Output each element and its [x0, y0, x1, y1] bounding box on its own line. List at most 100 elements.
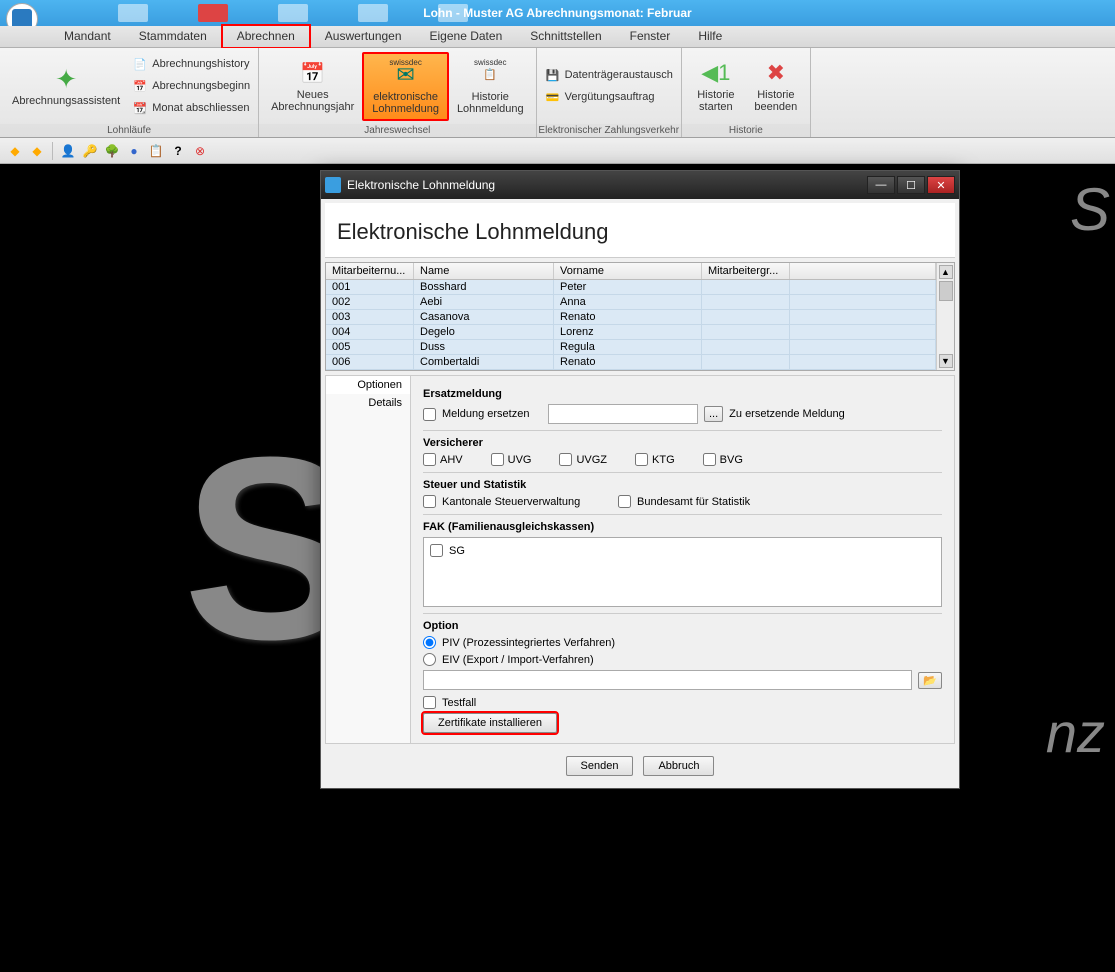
cell-gr	[702, 295, 790, 309]
table-row[interactable]: 006CombertaldiRenato	[326, 355, 936, 370]
qat-person-icon[interactable]: 👤	[59, 142, 77, 160]
table-scrollbar[interactable]: ▲ ▼	[936, 263, 954, 370]
chk-kantonale[interactable]	[423, 495, 436, 508]
radio-label: EIV (Export / Import-Verfahren)	[442, 654, 594, 666]
btn-elektronische-lohnmeldung[interactable]: swissdec ✉ elektronische Lohnmeldung	[362, 52, 449, 121]
dialog-titlebar[interactable]: Elektronische Lohnmeldung — ☐ ✕	[321, 171, 959, 199]
fak-listbox[interactable]: SG	[423, 537, 942, 607]
close-button[interactable]: ✕	[927, 176, 955, 194]
cell-num: 001	[326, 280, 414, 294]
chk-ahv[interactable]	[423, 453, 436, 466]
scroll-up-icon[interactable]: ▲	[939, 265, 953, 279]
chk-fak-sg[interactable]	[430, 544, 443, 557]
chk-bvg[interactable]	[703, 453, 716, 466]
menu-auswertungen[interactable]: Auswertungen	[311, 26, 416, 47]
btn-historie-lohnmeldung[interactable]: swissdec 📋 Historie Lohnmeldung	[449, 54, 532, 119]
cell-gr	[702, 340, 790, 354]
col-mitarbeitergr[interactable]: Mitarbeitergr...	[702, 263, 790, 279]
table-row[interactable]: 004DegeloLorenz	[326, 325, 936, 340]
minimize-button[interactable]: —	[867, 176, 895, 194]
ribbon-group-label: Elektronischer Zahlungsverkehr	[537, 124, 681, 137]
btn-senden[interactable]: Senden	[566, 756, 634, 776]
btn-label: Abrechnungsbeginn	[152, 80, 250, 92]
chk-label: Bundesamt für Statistik	[637, 496, 750, 508]
btn-verguetung[interactable]: 💳 Vergütungsauftrag	[541, 87, 677, 107]
section-steuer: Steuer und Statistik	[423, 479, 942, 491]
chk-uvgz[interactable]	[559, 453, 572, 466]
table-row[interactable]: 002AebiAnna	[326, 295, 936, 310]
cell-name: Combertaldi	[414, 355, 554, 369]
radio-eiv[interactable]	[423, 653, 436, 666]
menu-fenster[interactable]: Fenster	[616, 26, 685, 47]
taskbar-icon	[118, 4, 148, 22]
tab-optionen[interactable]: Optionen	[326, 376, 410, 394]
cell-rest	[790, 295, 936, 309]
field-ersatz-id[interactable]	[548, 404, 698, 424]
cell-vorname: Peter	[554, 280, 702, 294]
menu-abrechnen[interactable]: Abrechnen	[221, 24, 311, 49]
cell-name: Aebi	[414, 295, 554, 309]
menu-stammdaten[interactable]: Stammdaten	[125, 26, 221, 47]
ribbon-group-zahlungsverkehr: 💾 Datenträgeraustausch 💳 Vergütungsauftr…	[537, 48, 682, 137]
chk-meldung-ersetzen[interactable]	[423, 408, 436, 421]
qat-tree-icon[interactable]: 🌳	[103, 142, 121, 160]
btn-label: Monat abschliessen	[152, 102, 249, 114]
btn-abrechnungsbeginn[interactable]: 📅 Abrechnungsbeginn	[128, 76, 254, 96]
col-mitarbeiternr[interactable]: Mitarbeiternu...	[326, 263, 414, 279]
maximize-button[interactable]: ☐	[897, 176, 925, 194]
chk-ktg[interactable]	[635, 453, 648, 466]
menu-mandant[interactable]: Mandant	[50, 26, 125, 47]
btn-datentraeger[interactable]: 💾 Datenträgeraustausch	[541, 65, 677, 85]
dialog-heading: Elektronische Lohnmeldung	[337, 219, 943, 245]
btn-abrechnungsassistent[interactable]: ✦ Abrechnungsassistent	[4, 61, 128, 111]
col-vorname[interactable]: Vorname	[554, 263, 702, 279]
chk-testfall[interactable]	[423, 696, 436, 709]
scroll-down-icon[interactable]: ▼	[939, 354, 953, 368]
menu-hilfe[interactable]: Hilfe	[684, 26, 736, 47]
qat-close-icon[interactable]: ⊗	[191, 142, 209, 160]
radio-piv[interactable]	[423, 636, 436, 649]
qat-key-icon[interactable]: 🔑	[81, 142, 99, 160]
menu-schnittstellen[interactable]: Schnittstellen	[516, 26, 615, 47]
qat-globe-icon[interactable]: ●	[125, 142, 143, 160]
cell-num: 005	[326, 340, 414, 354]
btn-historie-beenden[interactable]: ✖ Historie beenden	[746, 55, 806, 117]
col-name[interactable]: Name	[414, 263, 554, 279]
taskbar-icon	[278, 4, 308, 22]
chk-label: UVG	[508, 454, 532, 466]
cell-name: Degelo	[414, 325, 554, 339]
qat-copy-icon[interactable]: 📋	[147, 142, 165, 160]
btn-neues-abrechnungsjahr[interactable]: 📅 Neues Abrechnungsjahr	[263, 55, 362, 117]
qat-help-icon[interactable]: ?	[169, 142, 187, 160]
btn-historie-starten[interactable]: ◀1 Historie starten	[686, 55, 746, 117]
table-row[interactable]: 001BosshardPeter	[326, 280, 936, 295]
btn-label: Historie beenden	[754, 89, 797, 113]
dialog-title: Elektronische Lohnmeldung	[347, 178, 867, 192]
cell-gr	[702, 355, 790, 369]
dialog-elektronische-lohnmeldung: Elektronische Lohnmeldung — ☐ ✕ Elektron…	[320, 170, 960, 789]
qat-btn[interactable]: ◆	[6, 142, 24, 160]
btn-monat-abschliessen[interactable]: 📆 Monat abschliessen	[128, 98, 254, 118]
qat-btn[interactable]: ◆	[28, 142, 46, 160]
tab-details[interactable]: Details	[326, 394, 410, 412]
table-row[interactable]: 003CasanovaRenato	[326, 310, 936, 325]
cell-num: 004	[326, 325, 414, 339]
cell-num: 002	[326, 295, 414, 309]
btn-abrechnungshistory[interactable]: 📄 Abrechnungshistory	[128, 54, 254, 74]
btn-open-folder[interactable]: 📂	[918, 672, 942, 689]
table-row[interactable]: 005DussRegula	[326, 340, 936, 355]
chk-bundesamt[interactable]	[618, 495, 631, 508]
scroll-thumb[interactable]	[939, 281, 953, 301]
btn-label: Abrechnungsassistent	[12, 95, 120, 107]
btn-abbruch[interactable]: Abbruch	[643, 756, 714, 776]
btn-label: Vergütungsauftrag	[565, 91, 655, 103]
ribbon-group-label: Jahreswechsel	[259, 124, 536, 137]
chk-uvg[interactable]	[491, 453, 504, 466]
field-option-path[interactable]	[423, 670, 912, 690]
ribbon-group-historie: ◀1 Historie starten ✖ Historie beenden H…	[682, 48, 811, 137]
menu-eigene-daten[interactable]: Eigene Daten	[416, 26, 517, 47]
btn-browse[interactable]: ...	[704, 406, 723, 422]
cell-vorname: Renato	[554, 310, 702, 324]
form-panel: Ersatzmeldung Meldung ersetzen ... Zu er…	[411, 375, 955, 744]
btn-zertifikate-installieren[interactable]: Zertifikate installieren	[423, 713, 557, 733]
